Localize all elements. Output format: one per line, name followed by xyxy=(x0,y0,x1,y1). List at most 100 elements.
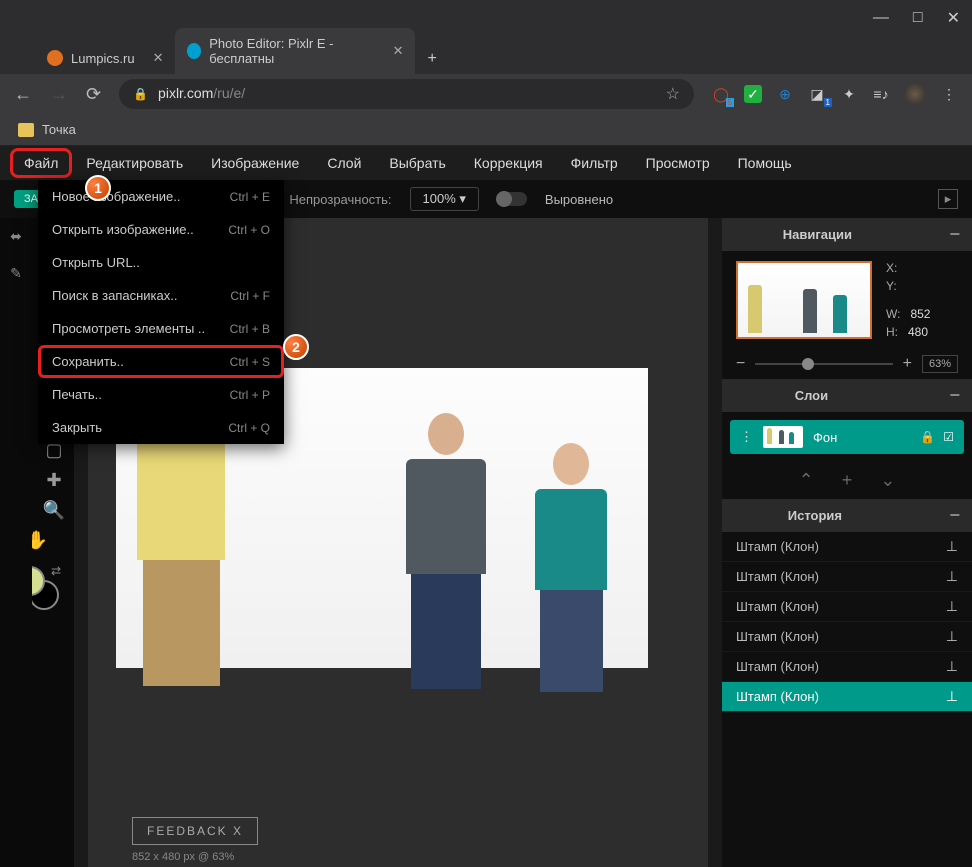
close-tab-icon[interactable]: ✕ xyxy=(393,43,404,59)
menu-new-image[interactable]: Новое изображение..Ctrl + E xyxy=(38,180,284,213)
layer-item[interactable]: ⋮ Фон 🔒☑ xyxy=(730,420,964,454)
history-item[interactable]: Штамп (Клон)⊥ xyxy=(722,592,972,622)
opacity-dropdown[interactable]: 100% ▾ xyxy=(410,187,479,211)
new-tab-button[interactable]: + xyxy=(415,44,448,74)
menu-open-image[interactable]: Открыть изображение..Ctrl + O xyxy=(38,213,284,246)
zoom-value[interactable]: 63% xyxy=(922,355,958,373)
menu-help[interactable]: Помощь xyxy=(724,148,806,178)
nav-panel-header[interactable]: Навигации − xyxy=(722,218,972,251)
menu-close[interactable]: ЗакрытьCtrl + Q xyxy=(38,411,284,444)
bookmark-star-icon[interactable]: ☆ xyxy=(666,84,680,104)
history-item[interactable]: Штамп (Клон)⊥ xyxy=(722,622,972,652)
back-button[interactable]: ← xyxy=(14,84,32,105)
collapse-icon[interactable]: − xyxy=(949,505,960,526)
url-host: pixlr.com xyxy=(158,85,213,101)
stamp-icon: ⊥ xyxy=(946,538,958,555)
lock-icon[interactable]: 🔒 xyxy=(920,430,935,444)
menu-print[interactable]: Печать..Ctrl + P xyxy=(38,378,284,411)
bookmarks-bar: Точка xyxy=(0,114,972,146)
browser-menu-icon[interactable]: ⋮ xyxy=(940,85,958,103)
swap-colors-icon[interactable]: ⇄ xyxy=(51,564,61,578)
history-panel-header[interactable]: История − xyxy=(722,499,972,532)
history-item[interactable]: Штамп (Клон)⊥ xyxy=(722,652,972,682)
menu-adjust[interactable]: Коррекция xyxy=(460,148,557,178)
browser-tabs: Lumpics.ru ✕ Photo Editor: Pixlr E - бес… xyxy=(0,36,972,74)
heal-tool-icon[interactable]: ✚ xyxy=(40,466,68,494)
favicon-icon xyxy=(187,43,201,59)
panel-title: Навигации xyxy=(783,227,852,242)
collapse-icon[interactable]: − xyxy=(949,385,960,406)
reload-button[interactable]: ⟳ xyxy=(86,84,101,105)
stamp-icon: ⊥ xyxy=(946,598,958,615)
menu-file[interactable]: Файл xyxy=(10,148,72,178)
extension-icon[interactable]: ✓ xyxy=(744,85,762,103)
menu-select[interactable]: Выбрать xyxy=(375,148,459,178)
step-badge-1: 1 xyxy=(85,175,111,201)
tab-pixlr[interactable]: Photo Editor: Pixlr E - бесплатны ✕ xyxy=(175,28,415,74)
menu-view[interactable]: Просмотр xyxy=(632,148,724,178)
history-item[interactable]: Штамп (Клон)⊥ xyxy=(722,532,972,562)
menu-edit[interactable]: Редактировать xyxy=(72,148,197,178)
opacity-label: Непрозрачность: xyxy=(289,192,391,207)
stamp-icon: ⊥ xyxy=(946,628,958,645)
visibility-icon[interactable]: ☑ xyxy=(943,430,954,444)
w-value: 852 xyxy=(910,307,930,321)
zoom-slider[interactable] xyxy=(755,363,892,365)
history-item[interactable]: Штамп (Клон)⊥ xyxy=(722,682,972,712)
canvas-dimensions: 852 x 480 px @ 63% xyxy=(132,851,234,863)
close-tab-icon[interactable]: ✕ xyxy=(153,50,164,66)
menu-browse-elements[interactable]: Просмотреть элементы ..Ctrl + B xyxy=(38,312,284,345)
zoom-in-button[interactable]: + xyxy=(903,355,912,373)
menu-save[interactable]: Сохранить..Ctrl + S xyxy=(38,345,284,378)
stamp-icon: ⊥ xyxy=(946,568,958,585)
layer-add-button[interactable]: + xyxy=(842,470,853,491)
expand-options-button[interactable]: ▸ xyxy=(938,189,958,209)
tab-lumpics[interactable]: Lumpics.ru ✕ xyxy=(35,42,175,74)
forward-button[interactable]: → xyxy=(50,84,68,105)
minimize-button[interactable]: — xyxy=(873,9,889,27)
panel-title: Слои xyxy=(795,388,828,403)
layer-up-button[interactable]: ⌃ xyxy=(799,470,814,491)
nav-panel-body: X: Y: W:852 H:480 xyxy=(722,251,972,349)
zoom-tool-icon[interactable]: 🔍 xyxy=(40,496,68,524)
history-item[interactable]: Штамп (Клон)⊥ xyxy=(722,562,972,592)
extensions-menu-icon[interactable]: ✦ xyxy=(840,85,858,103)
layers-panel-header[interactable]: Слои − xyxy=(722,379,972,412)
collapse-icon[interactable]: − xyxy=(949,224,960,245)
url-input[interactable]: 🔒 pixlr.com/ru/e/ ☆ xyxy=(119,79,694,109)
menu-search-stock[interactable]: Поиск в запасниках..Ctrl + F xyxy=(38,279,284,312)
tab-title: Lumpics.ru xyxy=(71,51,135,66)
folder-icon xyxy=(18,123,34,137)
bookmark-item[interactable]: Точка xyxy=(42,122,76,137)
stamp-icon: ⊥ xyxy=(946,658,958,675)
aligned-toggle[interactable] xyxy=(497,192,527,206)
layer-thumbnail-icon xyxy=(763,426,803,448)
app-menubar: Файл Редактировать Изображение Слой Выбр… xyxy=(0,146,972,180)
aligned-label: Выровнено xyxy=(545,192,613,207)
menu-image[interactable]: Изображение xyxy=(197,148,313,178)
layer-down-button[interactable]: ⌄ xyxy=(880,470,895,491)
menu-filter[interactable]: Фильтр xyxy=(557,148,632,178)
feedback-button[interactable]: FEEDBACK X xyxy=(132,817,258,845)
reading-list-icon[interactable]: ≡♪ xyxy=(872,85,890,103)
window-titlebar: — □ ✕ xyxy=(0,0,972,36)
stamp-icon: ⊥ xyxy=(946,688,958,705)
y-label: Y: xyxy=(886,279,897,293)
strip-icon[interactable]: ✎ xyxy=(0,255,32,292)
zoom-out-button[interactable]: − xyxy=(736,355,745,373)
panel-title: История xyxy=(788,508,842,523)
menu-layer[interactable]: Слой xyxy=(313,148,375,178)
lock-icon: 🔒 xyxy=(133,87,148,101)
maximize-button[interactable]: □ xyxy=(913,9,923,27)
h-label: H: xyxy=(886,325,898,339)
extension-icon[interactable]: ◪1 xyxy=(808,85,826,103)
extension-icon[interactable]: ⊕ xyxy=(776,85,794,103)
profile-avatar[interactable] xyxy=(904,83,926,105)
close-window-button[interactable]: ✕ xyxy=(947,8,960,28)
extension-icon[interactable]: ◯5 xyxy=(712,85,730,103)
navigator-thumbnail[interactable] xyxy=(736,261,872,339)
zoom-control: − + 63% xyxy=(722,349,972,379)
menu-open-url[interactable]: Открыть URL.. xyxy=(38,246,284,279)
strip-icon[interactable]: ⬌ xyxy=(0,218,32,255)
address-bar: ← → ⟳ 🔒 pixlr.com/ru/e/ ☆ ◯5 ✓ ⊕ ◪1 ✦ ≡♪… xyxy=(0,74,972,114)
